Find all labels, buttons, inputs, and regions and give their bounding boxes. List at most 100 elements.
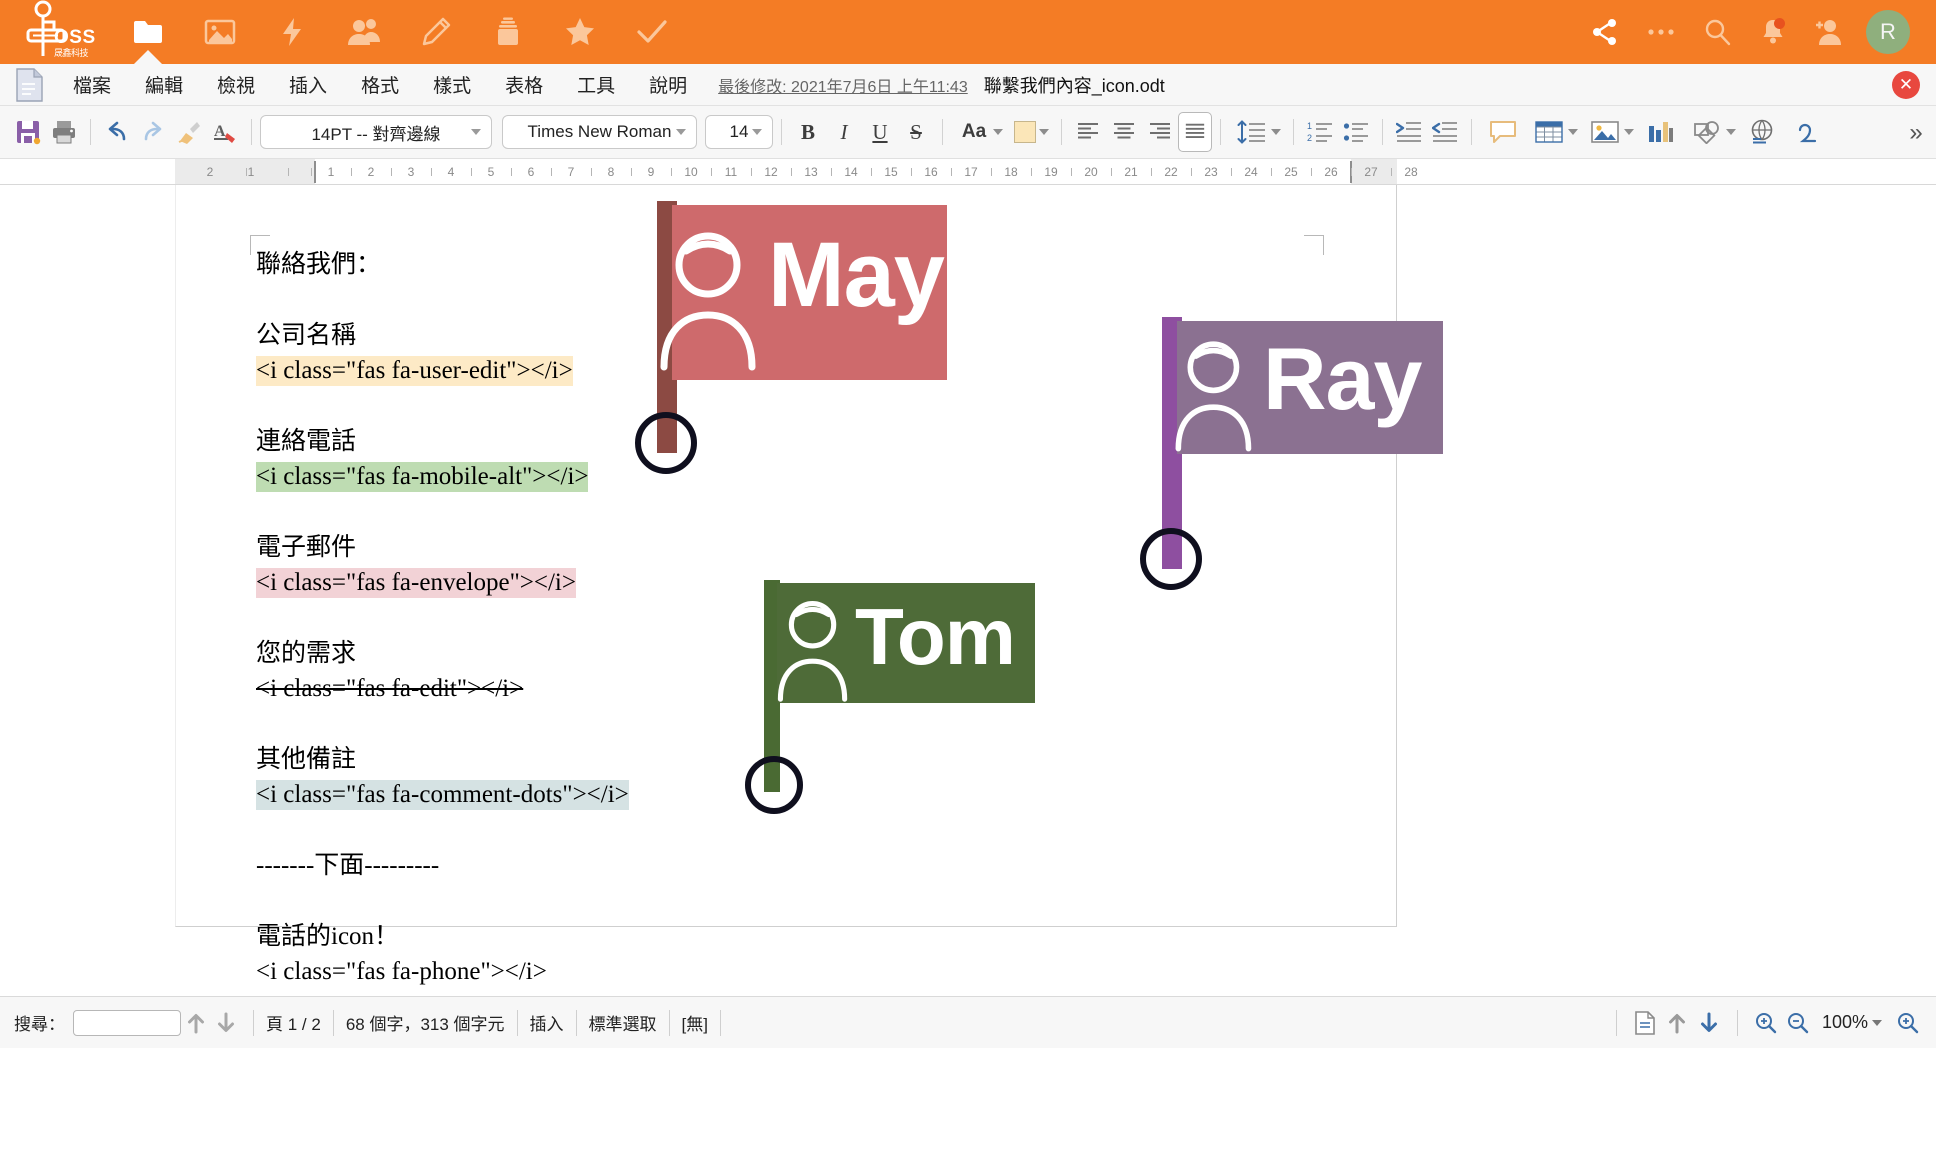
flag-image-may[interactable]: May [616, 201, 996, 474]
ordered-list-button[interactable]: 1 2 [1302, 112, 1338, 152]
toolbar-overflow-button[interactable]: » [1896, 106, 1936, 158]
ruler-mark: 18 [1004, 165, 1018, 179]
increase-indent-button[interactable] [1391, 112, 1427, 152]
close-icon[interactable]: ✕ [1892, 70, 1920, 99]
ruler-tick [831, 168, 832, 176]
zoom-in-icon[interactable] [1750, 1006, 1782, 1040]
line-spacing-chevron-down-icon[interactable] [1271, 129, 1281, 135]
zoom-reset-icon[interactable] [1892, 1006, 1924, 1040]
highlight-color-chevron-down-icon[interactable] [1039, 129, 1049, 135]
page-view-icon[interactable] [1629, 1006, 1661, 1040]
search-next-icon[interactable] [211, 1006, 241, 1040]
word-count[interactable]: 68 個字，313 個字元 [346, 1010, 505, 1035]
underline-button[interactable]: U [862, 112, 898, 152]
document-page[interactable]: 聯絡我們： 公司名稱 <i class="fas fa-user-edit"><… [175, 185, 1443, 985]
strikethrough-button[interactable]: S [898, 112, 934, 152]
nav-files-icon[interactable] [112, 0, 184, 64]
paragraph[interactable]: 電話的icon！ <i class="fas fa-phone"></i> [256, 919, 1296, 989]
zoom-level[interactable]: 100% [1822, 1012, 1868, 1033]
menu-item-styles[interactable]: 樣式 [416, 67, 488, 102]
ruler-margin-edge[interactable] [314, 161, 316, 183]
align-center-button[interactable] [1106, 112, 1142, 152]
zoom-out-icon[interactable] [1782, 1006, 1814, 1040]
page-indicator[interactable]: 頁 1 / 2 [266, 1010, 321, 1035]
clear-formatting-button[interactable]: A [207, 112, 243, 152]
ruler-mark: 3 [407, 165, 415, 179]
menu-item-edit[interactable]: 編輯 [128, 67, 200, 102]
next-page-icon[interactable] [1693, 1006, 1725, 1040]
nav-notes-icon[interactable] [400, 0, 472, 64]
flag-banner: Tom [777, 583, 1035, 703]
font-color-chevron-down-icon[interactable] [993, 129, 1003, 135]
nav-photos-icon[interactable] [184, 0, 256, 64]
table-chevron-down-icon[interactable] [1568, 129, 1578, 135]
ruler-tick [1231, 168, 1232, 176]
vertical-scrollbar[interactable] [1922, 435, 1936, 855]
align-right-button[interactable] [1142, 112, 1178, 152]
font-color-button[interactable]: Aa [951, 112, 997, 152]
modified-state[interactable]: [無] [682, 1010, 708, 1035]
unordered-list-button[interactable] [1338, 112, 1374, 152]
clone-formatting-button[interactable] [171, 112, 207, 152]
nav-deck-icon[interactable] [472, 0, 544, 64]
ruler-tick [551, 168, 552, 176]
brand-logo[interactable]: OSS 晟鑫科技 [10, 0, 95, 64]
ruler-tick [791, 168, 792, 176]
nav-tasks-icon[interactable] [616, 0, 688, 64]
image-chevron-down-icon[interactable] [1624, 129, 1634, 135]
insert-table-button[interactable] [1526, 112, 1572, 152]
search-input[interactable] [73, 1009, 181, 1036]
menu-item-view[interactable]: 檢視 [200, 67, 272, 102]
font-size-select[interactable]: 14 [705, 115, 773, 149]
save-button[interactable] [10, 112, 46, 152]
selection-mode[interactable]: 標準選取 [589, 1010, 657, 1035]
ruler-mark: 5 [487, 165, 495, 179]
nav-activity-icon[interactable] [256, 0, 328, 64]
nav-favorites-icon[interactable] [544, 0, 616, 64]
shape-chevron-down-icon[interactable] [1726, 129, 1736, 135]
contacts-menu-icon[interactable] [1802, 0, 1856, 64]
nav-contacts-icon[interactable] [328, 0, 400, 64]
insert-comment-button[interactable] [1480, 112, 1526, 152]
search-icon[interactable] [1690, 0, 1744, 64]
document-canvas[interactable]: 聯絡我們： 公司名稱 <i class="fas fa-user-edit"><… [0, 185, 1936, 996]
redo-button[interactable] [135, 112, 171, 152]
share-icon[interactable] [1578, 0, 1632, 64]
user-avatar[interactable]: R [1866, 10, 1910, 54]
font-name-select[interactable]: Times New Roman [502, 115, 697, 149]
justify-button[interactable] [1178, 112, 1212, 152]
paragraph-style-select[interactable]: 14PT -- 對齊邊線 [260, 115, 492, 149]
line-spacing-button[interactable] [1229, 112, 1275, 152]
menu-item-insert[interactable]: 插入 [272, 67, 344, 102]
menu-item-format[interactable]: 格式 [344, 67, 416, 102]
horizontal-ruler[interactable]: 2 1 1 2 3 4 5 6 7 8 9 10 11 12 13 14 15 … [0, 159, 1936, 185]
decrease-indent-button[interactable] [1427, 112, 1463, 152]
special-character-button[interactable] [1786, 112, 1832, 152]
insert-hyperlink-button[interactable] [1740, 112, 1786, 152]
notifications-icon[interactable] [1746, 0, 1800, 64]
flag-image-ray[interactable]: Ray [1121, 317, 1511, 590]
more-icon[interactable] [1634, 0, 1688, 64]
insert-image-button[interactable] [1582, 112, 1628, 152]
undo-button[interactable] [99, 112, 135, 152]
insert-chart-button[interactable] [1638, 112, 1684, 152]
menu-item-help[interactable]: 說明 [632, 67, 704, 102]
menu-item-file[interactable]: 檔案 [56, 67, 128, 102]
highlight-color-button[interactable] [1007, 112, 1043, 152]
align-left-button[interactable] [1070, 112, 1106, 152]
bold-button[interactable]: B [790, 112, 826, 152]
insert-shape-button[interactable] [1684, 112, 1730, 152]
italic-button[interactable]: I [826, 112, 862, 152]
zoom-chevron-down-icon[interactable] [1872, 1019, 1882, 1026]
menu-item-tools[interactable]: 工具 [560, 67, 632, 102]
flag-ring [1140, 528, 1202, 590]
search-previous-icon[interactable] [181, 1006, 211, 1040]
menu-item-table[interactable]: 表格 [488, 67, 560, 102]
print-button[interactable] [46, 112, 82, 152]
ruler-mark: 8 [607, 165, 615, 179]
insert-mode[interactable]: 插入 [530, 1010, 564, 1035]
flag-image-tom[interactable]: Tom [741, 580, 1051, 825]
previous-page-icon[interactable] [1661, 1006, 1693, 1040]
paragraph[interactable]: -------下面--------- [256, 848, 1296, 883]
underline-label: U [872, 119, 888, 144]
